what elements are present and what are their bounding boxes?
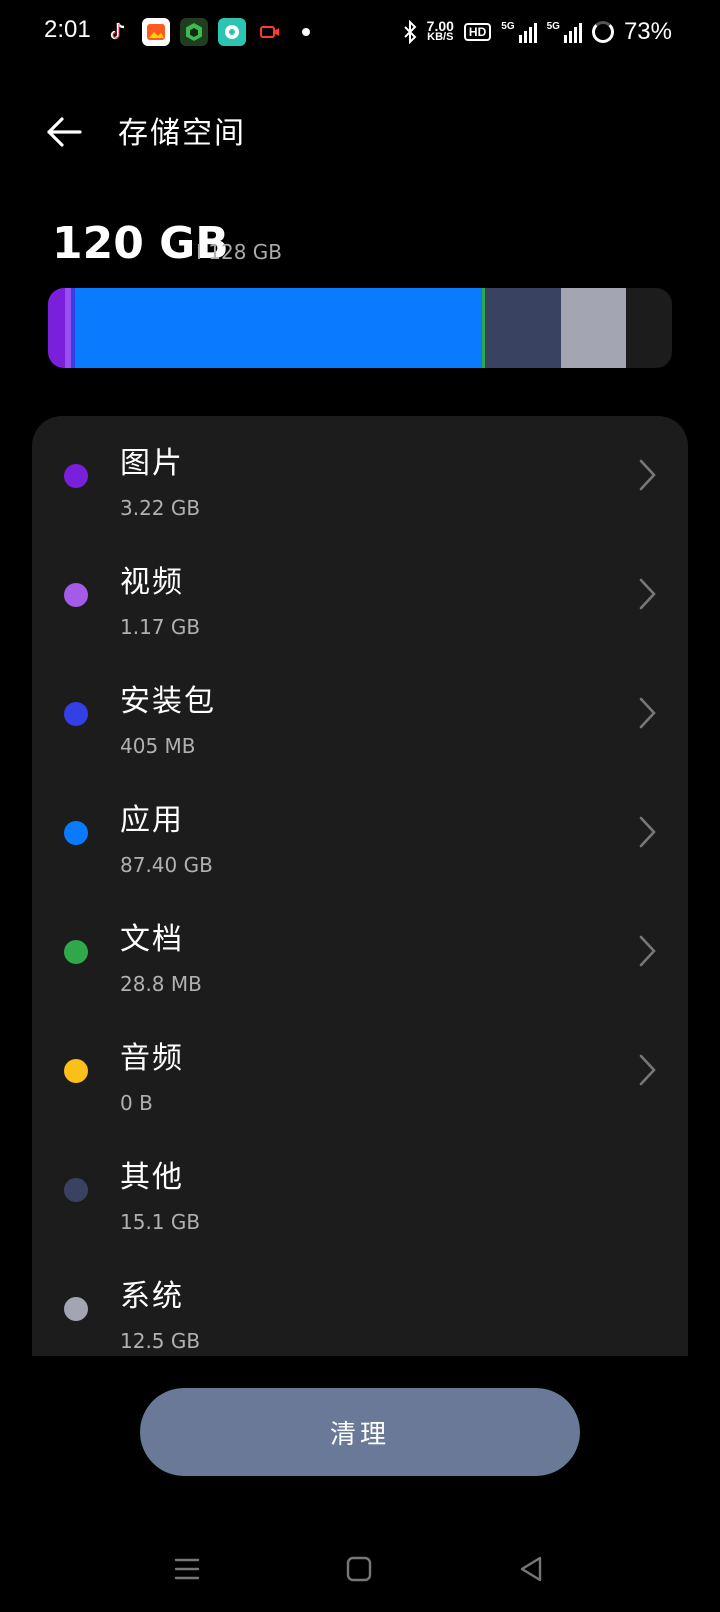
category-row[interactable]: 音频 0 B xyxy=(32,1011,688,1130)
screen-record-icon xyxy=(256,18,284,46)
home-icon[interactable] xyxy=(344,1554,374,1584)
usage-segment xyxy=(484,288,561,368)
category-row: 系统 12.5 GB xyxy=(32,1249,688,1356)
chevron-right-icon xyxy=(639,578,656,610)
category-row[interactable]: 视频 1.17 GB xyxy=(32,535,688,654)
menu-icon[interactable] xyxy=(172,1554,202,1584)
total-capacity: I 128 GB xyxy=(196,240,283,264)
category-size: 28.8 MB xyxy=(120,972,202,996)
category-color-dot xyxy=(64,940,88,964)
status-right: 7.00 KB/S HD 5G 5G 73% xyxy=(403,18,672,46)
storage-usage-bar xyxy=(48,288,672,368)
usage-segment xyxy=(74,288,482,368)
category-row[interactable]: 应用 87.40 GB xyxy=(32,773,688,892)
hd-voice-badge: HD xyxy=(463,23,492,41)
category-name: 安装包 xyxy=(120,684,216,719)
status-bar: 2:01 7.00 KB/S HD 5G 5G 73% xyxy=(0,0,720,66)
category-color-dot xyxy=(64,702,88,726)
chevron-right-icon xyxy=(639,459,656,491)
signal-sim2-icon: 5G xyxy=(547,21,582,43)
status-time: 2:01 xyxy=(44,16,91,43)
category-color-dot xyxy=(64,1297,88,1321)
category-color-dot xyxy=(64,1059,88,1083)
category-size: 15.1 GB xyxy=(120,1210,201,1234)
back-triangle-icon[interactable] xyxy=(516,1554,546,1584)
page-title: 存储空间 xyxy=(118,116,246,151)
chevron-right-icon xyxy=(639,816,656,848)
category-size: 405 MB xyxy=(120,734,196,758)
category-color-dot xyxy=(64,1178,88,1202)
battery-icon xyxy=(591,21,614,43)
category-name: 系统 xyxy=(120,1279,184,1314)
category-color-dot xyxy=(64,464,88,488)
category-name: 应用 xyxy=(120,803,184,838)
category-row[interactable]: 图片 3.22 GB xyxy=(32,416,688,535)
category-size: 0 B xyxy=(120,1091,153,1115)
category-row[interactable]: 安装包 405 MB xyxy=(32,654,688,773)
battery-percent: 73% xyxy=(623,18,672,45)
category-size: 87.40 GB xyxy=(120,853,213,877)
security-app-icon xyxy=(180,18,208,46)
category-name: 图片 xyxy=(120,446,184,481)
category-list: 图片 3.22 GB 视频 1.17 GB 安装包 405 MB 应用 87.40 GB 文档 2… xyxy=(32,416,688,1356)
category-color-dot xyxy=(64,583,88,607)
gallery-app-icon xyxy=(142,18,170,46)
category-name: 视频 xyxy=(120,565,184,600)
tiktok-icon xyxy=(104,18,132,46)
usage-segment xyxy=(48,288,65,368)
category-color-dot xyxy=(64,821,88,845)
clean-button[interactable]: 清理 xyxy=(140,1388,580,1476)
chevron-right-icon xyxy=(639,935,656,967)
chevron-right-icon xyxy=(639,697,656,729)
category-size: 3.22 GB xyxy=(120,496,201,520)
chat-app-icon xyxy=(218,18,246,46)
network-speed: 7.00 KB/S xyxy=(426,18,454,43)
category-name: 其他 xyxy=(120,1160,184,1195)
chevron-right-icon xyxy=(639,1054,656,1086)
system-nav-bar xyxy=(0,1540,720,1600)
usage-segment xyxy=(560,288,626,368)
more-notifications-dot xyxy=(302,28,310,36)
category-row: 其他 15.1 GB xyxy=(32,1130,688,1249)
category-name: 音频 xyxy=(120,1041,184,1076)
notification-icons xyxy=(104,18,310,46)
bluetooth-icon xyxy=(403,20,417,44)
category-name: 文档 xyxy=(120,922,184,957)
category-size: 1.17 GB xyxy=(120,615,201,639)
back-arrow-icon[interactable] xyxy=(44,112,84,152)
signal-sim1-icon: 5G xyxy=(501,21,537,43)
category-size: 12.5 GB xyxy=(120,1329,201,1353)
category-row[interactable]: 文档 28.8 MB xyxy=(32,892,688,1011)
